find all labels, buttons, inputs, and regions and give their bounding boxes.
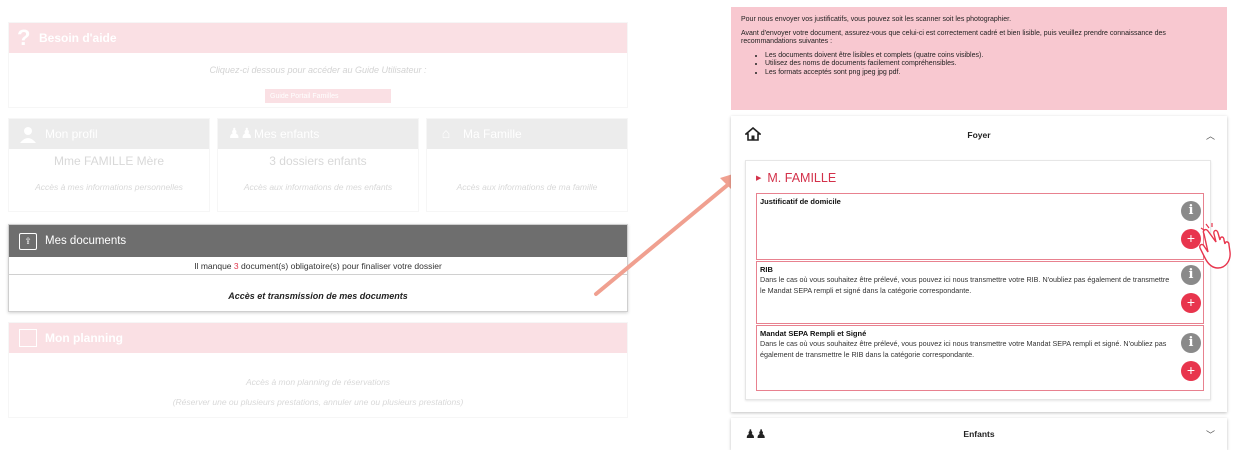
- chevron-down-icon[interactable]: ﹀: [1206, 428, 1215, 441]
- add-button[interactable]: +: [1181, 361, 1201, 381]
- children-accordion-header[interactable]: ♟♟ Enfants ﹀: [731, 418, 1227, 450]
- documents-card[interactable]: ⇪ Mes documents Il manque 3 document(s) …: [8, 224, 628, 312]
- documents-title: Mes documents: [45, 235, 127, 247]
- screenshot-stage: ? Besoin d'aide Cliquez-ci dessous pour …: [0, 0, 1238, 450]
- children-tile[interactable]: ♟♟ Mes enfants 3 dossiers enfants Accès …: [217, 118, 419, 212]
- warning-prefix: Il manque: [194, 261, 234, 271]
- warning-suffix: document(s) obligatoire(s) pour finalise…: [238, 261, 442, 271]
- planning-link[interactable]: Accès à mon planning de réservations: [9, 377, 627, 387]
- help-header: ? Besoin d'aide: [9, 23, 627, 53]
- help-subtitle: Cliquez-ci dessous pour accéder au Guide…: [209, 65, 427, 75]
- caret-right-icon: ▶: [756, 175, 762, 182]
- children-title: Enfants: [963, 429, 995, 439]
- documents-panel: Pour nous envoyer vos justificatifs, vou…: [731, 0, 1227, 450]
- instruction-item: Les documents doivent être lisibles et c…: [765, 52, 1217, 61]
- document-title: Justificatif de domicile: [760, 197, 841, 206]
- profile-tile[interactable]: Mon profil Mme FAMILLE Mère Accès à mes …: [8, 118, 210, 212]
- profile-tile-title: Mon profil: [45, 127, 98, 141]
- family-icon: ⌂: [441, 125, 451, 141]
- divider: [9, 274, 627, 275]
- document-description: Dans le cas où vous souhaitez être préle…: [760, 339, 1167, 359]
- instructions-list: Les documents doivent être lisibles et c…: [741, 52, 1217, 78]
- help-title: Besoin d'aide: [39, 31, 117, 45]
- document-title: RIB: [760, 265, 773, 274]
- document-item: Mandat SEPA Rempli et Signé Dans le cas …: [756, 325, 1204, 391]
- document-icon: ⇪: [19, 233, 37, 250]
- foyer-accordion-header[interactable]: Foyer ︿: [731, 116, 1227, 154]
- planning-title: Mon planning: [45, 331, 123, 345]
- pointer-arrow-icon: [594, 170, 746, 296]
- instructions-intro: Pour nous envoyer vos justificatifs, vou…: [741, 16, 1012, 23]
- info-button[interactable]: i: [1181, 333, 1201, 353]
- chevron-up-icon[interactable]: ︿: [1206, 129, 1215, 142]
- children-icon: ♟♟: [228, 125, 254, 141]
- person-documents: ▶ M. FAMILLE Justificatif de domicile i +…: [745, 160, 1211, 400]
- planning-card[interactable]: Mon planning Accès à mon planning de rés…: [8, 322, 628, 418]
- user-guide-button[interactable]: Guide Portail Familles: [265, 89, 391, 103]
- instructions-detail: Avant d'envoyer votre document, assurez-…: [741, 29, 1166, 46]
- family-tile-header: ⌂ Ma Famille: [427, 119, 627, 149]
- person-name[interactable]: ▶ M. FAMILLE: [756, 171, 836, 185]
- instruction-item: Utilisez des noms de documents facilemen…: [765, 60, 1217, 69]
- person-name-label: M. FAMILLE: [767, 171, 837, 185]
- foyer-accordion: Foyer ︿ ▶ M. FAMILLE Justificatif de domi…: [731, 116, 1227, 412]
- document-title: Mandat SEPA Rempli et Signé: [760, 329, 867, 338]
- profile-tile-link[interactable]: Accès à mes informations personnelles: [9, 182, 209, 192]
- children-tile-title: Mes enfants: [254, 127, 320, 141]
- info-button[interactable]: i: [1181, 201, 1201, 221]
- question-icon: ?: [17, 25, 31, 50]
- profile-tile-value: Mme FAMILLE Mère: [53, 154, 165, 168]
- instruction-item: Les formats acceptés sont png jpeg jpg p…: [765, 69, 1217, 78]
- profile-tile-header: Mon profil: [9, 119, 209, 149]
- missing-documents-warning: Il manque 3 document(s) obligatoire(s) p…: [9, 261, 627, 271]
- children-tile-header: ♟♟ Mes enfants: [218, 119, 418, 149]
- children-tile-value: 3 dossiers enfants: [269, 154, 367, 168]
- hand-cursor-icon: [1199, 223, 1231, 269]
- children-tile-link[interactable]: Accès aux informations de mes enfants: [218, 182, 418, 192]
- user-icon: [19, 125, 37, 143]
- document-item: Justificatif de domicile i +: [756, 193, 1204, 260]
- instructions-box: Pour nous envoyer vos justificatifs, vou…: [731, 7, 1227, 110]
- planning-header: Mon planning: [9, 323, 627, 353]
- portal-dashboard: ? Besoin d'aide Cliquez-ci dessous pour …: [0, 0, 640, 450]
- document-description: Dans le cas où vous souhaitez être préle…: [760, 275, 1170, 295]
- family-tile-title: Ma Famille: [463, 127, 522, 141]
- add-button[interactable]: +: [1181, 293, 1201, 313]
- help-card: ? Besoin d'aide Cliquez-ci dessous pour …: [8, 22, 628, 108]
- foyer-title: Foyer: [967, 130, 991, 140]
- documents-access-link[interactable]: Accès et transmission de mes documents: [9, 291, 627, 301]
- planning-description: (Réserver une ou plusieurs prestations, …: [172, 397, 464, 407]
- documents-header: ⇪ Mes documents: [9, 225, 627, 257]
- document-item: RIB Dans le cas où vous souhaitez être p…: [756, 261, 1204, 324]
- calendar-icon: [19, 329, 37, 347]
